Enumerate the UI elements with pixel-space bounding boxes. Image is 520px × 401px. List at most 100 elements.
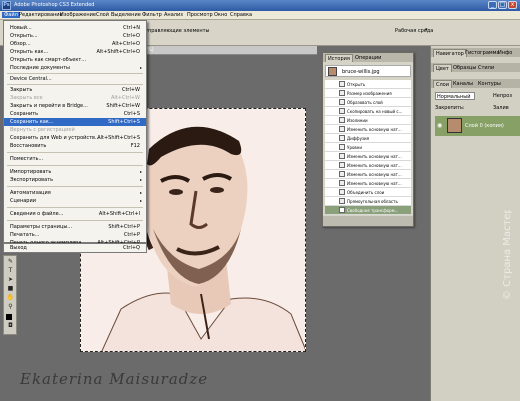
history-footer — [323, 216, 413, 226]
tab-styles[interactable]: Стили — [476, 64, 496, 72]
menu-item-close[interactable]: Закрыть Ctrl+W — [4, 86, 146, 94]
menu-item-revert[interactable]: Восстановить F12 — [4, 142, 146, 150]
menu-item-place[interactable]: Поместить... — [4, 155, 146, 163]
history-snapshot[interactable]: bruce-willis.jpg — [325, 65, 411, 77]
step-icon — [339, 108, 345, 114]
history-step[interactable]: Объединить слои — [325, 188, 411, 197]
fill-label: Залив — [493, 105, 509, 111]
menu-window[interactable]: Окно — [214, 12, 227, 18]
step-icon — [339, 198, 345, 204]
type-tool-icon[interactable]: T — [6, 267, 15, 275]
navigator-tabs: Навигатор Гистограмма Инфо — [431, 48, 520, 57]
toolbox: ✎ T ➤ ■ ✋ ⚲ ◘ — [3, 255, 17, 335]
step-icon — [339, 171, 345, 177]
menu-view[interactable]: Просмотр — [187, 12, 213, 18]
chevron-down-icon[interactable]: ▾ — [425, 27, 428, 33]
color-tabs: Цвет Образцы Стили — [431, 63, 520, 72]
menu-item-automate[interactable]: Автоматизация ▸ — [4, 189, 146, 197]
foreground-color-swatch[interactable] — [6, 314, 12, 320]
menu-item-checkin[interactable]: Вернуть с регистрацией — [4, 126, 146, 134]
history-step[interactable]: Открыть — [325, 80, 411, 89]
history-step[interactable]: Изолинии — [325, 116, 411, 125]
shape-tool-icon[interactable]: ■ — [6, 285, 15, 293]
step-icon — [339, 135, 345, 141]
title-bar: Ps Adobe Photoshop CS3 Extended _ □ x — [0, 0, 520, 11]
tab-info[interactable]: Инфо — [496, 49, 514, 57]
history-step[interactable]: Образовать слой — [325, 98, 411, 107]
menu-select[interactable]: Выделение — [111, 12, 141, 18]
history-step[interactable]: Размер изображения — [325, 89, 411, 98]
watermark: © Страна Мастеров — [410, 210, 520, 310]
history-step[interactable]: Изменить основную нат... — [325, 152, 411, 161]
menu-item-file-info[interactable]: Сведения о файле... Alt+Shift+Ctrl+I — [4, 210, 146, 218]
menu-item-close-all[interactable]: Закрыть все Alt+Ctrl+W — [4, 94, 146, 102]
history-panel: История Операции bruce-willis.jpg Открыт… — [322, 52, 414, 227]
step-icon — [339, 180, 345, 186]
menu-filter[interactable]: Фильтр — [142, 12, 162, 18]
history-step[interactable]: Уровни — [325, 143, 411, 152]
menu-edit[interactable]: Редактирование — [19, 12, 63, 18]
path-select-icon[interactable]: ➤ — [6, 276, 15, 284]
history-step-current[interactable]: Свободное трансформ... — [325, 206, 411, 215]
menu-image[interactable]: Изображение — [60, 12, 96, 18]
menu-analysis[interactable]: Анализ — [164, 12, 183, 18]
menu-item-recent[interactable]: Последние документы ▸ — [4, 64, 146, 72]
document-tab[interactable]: %) — [147, 46, 317, 55]
tab-swatches[interactable]: Образцы — [451, 64, 478, 72]
menu-item-new[interactable]: Новый... Ctrl+N — [4, 24, 146, 32]
history-step[interactable]: Изменить основную нат... — [325, 170, 411, 179]
step-icon — [339, 189, 345, 195]
maximize-button[interactable]: □ — [498, 1, 507, 9]
signature: Ekaterina Maisuradze — [20, 370, 209, 388]
menu-item-save-web[interactable]: Сохранить для Web и устройств... Alt+Shif… — [4, 134, 146, 142]
menu-item-export[interactable]: Экспортировать ▸ — [4, 176, 146, 184]
layers-tabs: Слои Каналы Контуры — [431, 79, 520, 88]
history-step[interactable]: Изменить основную нат... — [325, 161, 411, 170]
history-step[interactable]: Изменить основную нат... — [325, 179, 411, 188]
step-icon — [339, 126, 345, 132]
eye-icon[interactable]: ◉ — [437, 122, 442, 129]
tab-channels[interactable]: Каналы — [451, 80, 475, 88]
step-icon — [339, 144, 345, 150]
menu-item-page-setup[interactable]: Параметры страницы... Shift+Ctrl+P — [4, 223, 146, 231]
menu-item-device-central[interactable]: Device Central... — [4, 75, 146, 83]
menu-item-exit[interactable]: Выход Ctrl+Q — [4, 244, 146, 252]
menu-item-open[interactable]: Открыть... Ctrl+O — [4, 32, 146, 40]
menu-item-open-smart[interactable]: Открыть как смарт-объект... — [4, 56, 146, 64]
snapshot-thumbnail — [328, 67, 337, 76]
tab-color[interactable]: Цвет — [433, 64, 452, 72]
menu-file[interactable]: Файл — [2, 12, 20, 18]
step-icon — [339, 162, 345, 168]
tab-paths[interactable]: Контуры — [476, 80, 503, 88]
tab-actions[interactable]: Операции — [353, 54, 383, 62]
tab-layers[interactable]: Слои — [433, 80, 452, 88]
history-step[interactable]: Диффузия — [325, 134, 411, 143]
hand-tool-icon[interactable]: ✋ — [6, 294, 15, 302]
menu-item-save[interactable]: Сохранить Ctrl+S — [4, 110, 146, 118]
history-step[interactable]: Прямоугольная область — [325, 197, 411, 206]
minimize-button[interactable]: _ — [488, 1, 497, 9]
close-button[interactable]: x — [508, 1, 517, 9]
menu-item-scripts[interactable]: Сценарии ▸ — [4, 197, 146, 205]
menu-layer[interactable]: Слой — [96, 12, 109, 18]
tab-history[interactable]: История — [325, 54, 353, 62]
tab-navigator[interactable]: Навигатор — [433, 49, 467, 57]
quick-mask-icon[interactable]: ◘ — [6, 322, 15, 330]
step-icon — [339, 90, 345, 96]
menu-item-import[interactable]: Импортировать ▸ — [4, 168, 146, 176]
layer-name: Слой 0 (копия) — [465, 123, 504, 129]
history-step[interactable]: Изменить основную нат... — [325, 125, 411, 134]
menu-item-close-bridge[interactable]: Закрыть и перейти в Bridge... Shift+Ctrl+… — [4, 102, 146, 110]
menu-item-browse[interactable]: Обзор... Alt+Ctrl+O — [4, 40, 146, 48]
menu-help[interactable]: Справка — [230, 12, 252, 18]
menu-item-save-as[interactable]: Сохранить как... Shift+Ctrl+S — [4, 118, 146, 126]
menu-item-open-as[interactable]: Открыть как... Alt+Shift+Ctrl+O — [4, 48, 146, 56]
menu-item-print[interactable]: Печатать... Ctrl+P — [4, 231, 146, 239]
options-text[interactable]: управляющие элементы — [145, 28, 209, 34]
zoom-tool-icon[interactable]: ⚲ — [6, 303, 15, 311]
pen-tool-icon[interactable]: ✎ — [6, 258, 15, 266]
layer-row[interactable]: ◉ Слой 0 (копия) — [435, 116, 520, 136]
blend-mode-select[interactable]: Нормальный — [435, 92, 475, 100]
snapshot-name: bruce-willis.jpg — [342, 69, 380, 75]
history-step[interactable]: Скопировать на новый с... — [325, 107, 411, 116]
